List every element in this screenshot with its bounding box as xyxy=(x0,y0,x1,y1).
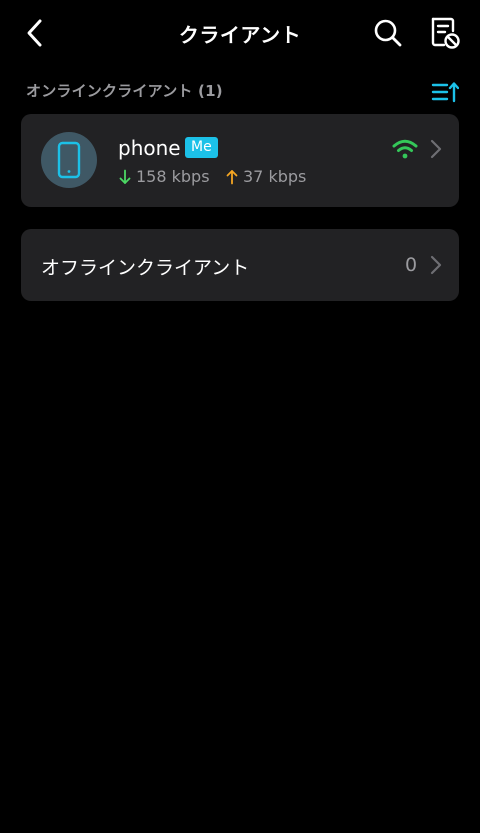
back-button[interactable] xyxy=(18,14,52,52)
page-title: クライアント xyxy=(178,23,302,47)
offline-clients-row[interactable]: オフラインクライアント 0 xyxy=(21,229,459,301)
upload-rate: 37 kbps xyxy=(226,167,306,186)
download-rate-value: 158 kbps xyxy=(136,167,210,186)
wifi-icon xyxy=(392,139,418,159)
arrow-up-icon xyxy=(226,169,238,185)
sort-button[interactable] xyxy=(428,78,462,106)
offline-clients-label: オフラインクライアント xyxy=(41,257,250,279)
upload-rate-value: 37 kbps xyxy=(243,167,307,186)
search-button[interactable] xyxy=(370,14,406,52)
chevron-left-icon xyxy=(27,19,42,47)
blocked-clients-button[interactable] xyxy=(426,14,464,52)
offline-clients-count: 0 xyxy=(405,254,418,276)
arrow-down-icon xyxy=(119,169,131,185)
chevron-right-icon xyxy=(430,255,442,275)
download-rate: 158 kbps xyxy=(119,167,210,186)
client-name: phone xyxy=(118,136,181,160)
search-icon xyxy=(374,19,402,47)
sort-icon xyxy=(431,82,459,103)
phone-icon xyxy=(57,141,81,179)
me-badge: Me xyxy=(185,137,218,158)
client-avatar xyxy=(41,132,97,188)
online-clients-section-label: オンラインクライアント (1) xyxy=(26,82,223,100)
client-row-phone[interactable]: phone Me 158 kbps 37 kbps xyxy=(21,114,459,207)
app-header: クライアント xyxy=(0,0,480,66)
chevron-right-icon xyxy=(430,139,442,159)
blocked-list-icon xyxy=(431,17,460,49)
